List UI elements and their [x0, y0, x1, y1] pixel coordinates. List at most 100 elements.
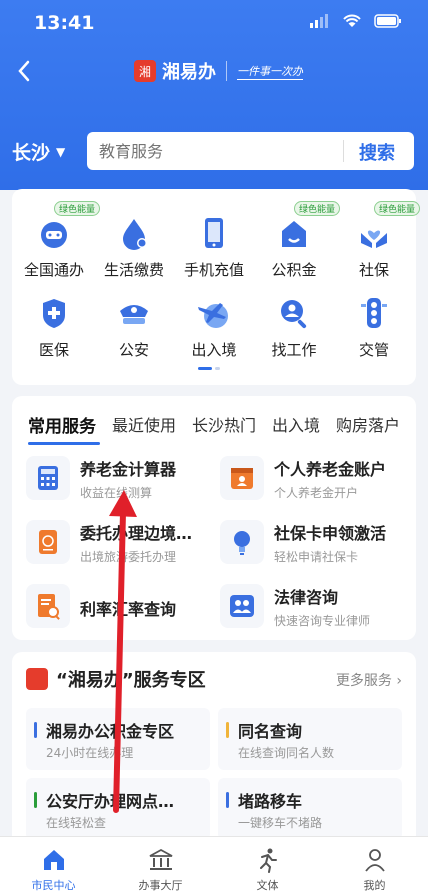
tab-immigration[interactable]: 出入境 [272, 412, 320, 437]
housing-fund-icon [282, 221, 306, 247]
grid-item-medical[interactable]: 医保 [14, 293, 94, 360]
service-title: 个人养老金账户 [274, 460, 387, 479]
more-label: 更多服务 [335, 673, 392, 689]
page-indicator [198, 367, 220, 370]
header: 13:41 湘 湘易办 一件事一次办 长沙 ▼ 搜索 [0, 0, 428, 190]
zone-item-title: 公安厅办理网点… [46, 792, 175, 811]
more-services-link[interactable]: 更多服务 › [336, 670, 402, 690]
zone-item-accent [34, 722, 37, 738]
service-border-entrust[interactable]: 委托办理边境… 出境旅游委托办理 [26, 520, 216, 570]
service-legal-consult[interactable]: 法律咨询 快速咨询专业律师 [220, 584, 410, 634]
grid-item-jobs[interactable]: 找工作 [254, 293, 334, 360]
tab-changsha-hot[interactable]: 长沙热门 [192, 412, 256, 437]
zone-item-name-query[interactable]: 同名查询 在线查询同名人数 [218, 708, 402, 770]
service-zone-card: “湘易办”服务专区 更多服务 › 湘易办公积金专区 24小时在线办理 同名查询 … [12, 652, 416, 852]
heart-hands-icon [361, 230, 387, 248]
grid-item-phone-recharge[interactable]: 手机充值 [174, 213, 254, 280]
tab-recent[interactable]: 最近使用 [112, 412, 176, 437]
search-button[interactable]: 搜索 [359, 139, 395, 165]
status-bar: 13:41 [0, 10, 428, 38]
service-title: 养老金计算器 [80, 460, 177, 479]
zone-item-subtitle: 在线查询同名人数 [238, 746, 335, 760]
grid-item-traffic[interactable]: 交管 [334, 293, 414, 360]
zone-item-title: 同名查询 [238, 722, 303, 741]
people-icon [230, 595, 254, 617]
medical-insurance-icon [43, 299, 65, 328]
search-divider [343, 140, 344, 162]
tabbar-label: 文体 [256, 879, 279, 892]
grid-label: 医保 [38, 341, 69, 359]
grid-label: 公安 [118, 341, 149, 359]
zone-item-title: 堵路移车 [238, 792, 303, 811]
logo-mark-icon: 湘 [134, 60, 156, 82]
grid-item-national[interactable]: 绿色能量 全国通办 [14, 201, 101, 280]
caret-down-icon: ▼ [56, 144, 66, 159]
police-cap-icon [120, 305, 148, 324]
grid-label: 社保 [358, 261, 389, 279]
grid-item-immigration[interactable]: 出入境 [174, 293, 254, 360]
service-subtitle: 轻松申请社保卡 [274, 550, 359, 564]
grid-label: 生活缴费 [103, 261, 164, 279]
zone-item-subtitle: 在线轻松查 [46, 816, 107, 830]
service-subtitle: 收益在线测算 [80, 486, 153, 500]
app-slogan: 一件事一次办 [237, 64, 303, 80]
grid-label: 找工作 [271, 341, 317, 359]
zone-item-subtitle: 一键移车不堵路 [238, 816, 323, 830]
zone-item-accent [226, 722, 229, 738]
grid-label: 出入境 [191, 341, 237, 359]
search-input[interactable] [99, 140, 339, 162]
zone-item-subtitle: 24小时在线办理 [46, 746, 134, 760]
tabbar-label: 办事大厅 [138, 879, 183, 892]
grid-item-police[interactable]: 公安 [94, 293, 174, 360]
grid-item-utilities[interactable]: 生活缴费 [94, 213, 174, 280]
zone-header: “湘易办”服务专区 [26, 666, 206, 692]
traffic-light-icon [361, 298, 387, 328]
user-icon [364, 849, 385, 872]
chevron-right-icon: › [396, 673, 402, 689]
home-icon [43, 850, 64, 870]
bulb-icon [234, 531, 250, 555]
grid-label: 交管 [358, 341, 389, 359]
bottom-tab-bar: 市民中心 办事大厅 文体 我的 [0, 836, 428, 896]
grid-item-housing-fund[interactable]: 绿色能量 公积金 [254, 201, 341, 280]
zone-item-housing-fund[interactable]: 湘易办公积金专区 24小时在线办理 [26, 708, 210, 770]
runner-icon [259, 848, 277, 873]
active-tab-indicator [28, 442, 100, 445]
service-personal-pension[interactable]: 个人养老金账户 个人养老金开户 [220, 456, 410, 506]
xiangyiban-logo-icon [26, 668, 48, 690]
city-name: 长沙 [12, 142, 51, 164]
back-button[interactable] [12, 56, 42, 86]
service-title: 法律咨询 [274, 588, 339, 607]
status-icons [310, 14, 402, 28]
service-rate-query[interactable]: 利率汇率查询 [26, 584, 216, 634]
hall-icon [149, 848, 172, 870]
chevron-left-icon [18, 60, 30, 82]
airplane-globe-icon [198, 303, 228, 328]
service-pension-calculator[interactable]: 养老金计算器收益在线测算 [26, 456, 216, 506]
zone-title: “湘易办”服务专区 [56, 670, 206, 691]
zone-item-police-outlets[interactable]: 公安厅办理网点… 在线轻松查 [26, 778, 210, 840]
tab-common[interactable]: 常用服务 [28, 412, 96, 437]
service-social-card[interactable]: 社保卡申领激活 轻松申请社保卡 [220, 520, 410, 570]
logo-divider [226, 61, 227, 81]
tab-housing[interactable]: 购房落户 [336, 412, 400, 437]
service-title: 利率汇率查询 [80, 600, 177, 619]
tabbar-mine[interactable]: 我的 [321, 837, 428, 896]
wifi-icon [343, 14, 361, 27]
service-title: 委托办理边境… [80, 524, 193, 543]
zone-item-accent [34, 792, 37, 808]
tabbar-hall[interactable]: 办事大厅 [107, 837, 214, 896]
tabbar-culture-sports[interactable]: 文体 [214, 837, 321, 896]
search-row: 长沙 ▼ 搜索 [0, 132, 428, 172]
battery-icon [374, 14, 401, 28]
grid-label: 公积金 [271, 261, 317, 279]
service-tabs: 常用服务 最近使用 长沙热门 出入境 购房落户 [28, 412, 400, 437]
passport-icon [39, 530, 57, 554]
zone-item-move-car[interactable]: 堵路移车 一键移车不堵路 [218, 778, 402, 840]
tabbar-label: 市民中心 [31, 879, 76, 892]
grid-item-social-security[interactable]: 绿色能量 社保 [334, 201, 421, 280]
globe-service-icon [41, 222, 67, 248]
city-selector[interactable]: 长沙 ▼ [12, 138, 65, 165]
tabbar-home[interactable]: 市民中心 [0, 837, 107, 896]
app-logo: 湘 湘易办 一件事一次办 [134, 58, 303, 84]
